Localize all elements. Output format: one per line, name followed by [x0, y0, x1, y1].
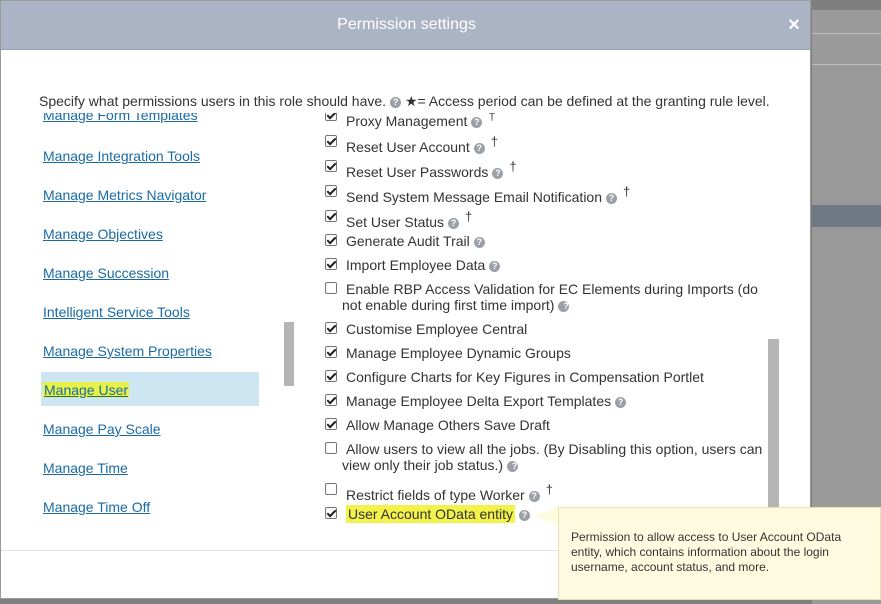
category-manage-user-label: Manage User — [43, 382, 130, 398]
permission-label: Set User Status — [346, 214, 445, 230]
background-divider — [812, 33, 881, 34]
permission-label: Generate Audit Trail — [346, 233, 470, 249]
tooltip-text: Permission to allow access to User Accou… — [571, 530, 842, 574]
permission-label: User Account OData entity — [346, 505, 515, 523]
permission-label: Send System Message Email Notification — [346, 189, 602, 205]
help-icon[interactable]: ? — [507, 461, 519, 472]
category-manage-time[interactable]: Manage Time — [43, 460, 128, 476]
dagger-icon: † — [488, 113, 496, 123]
permission-checkbox[interactable] — [325, 185, 337, 197]
category-manage-succession[interactable]: Manage Succession — [43, 265, 169, 281]
dialog-title: Permission settings — [337, 16, 476, 33]
permission-label: Manage Employee Dynamic Groups — [346, 345, 571, 361]
permission-label: Proxy Management — [346, 113, 468, 129]
permission-label: Import Employee Data — [346, 257, 486, 273]
category-manage-metrics-navigator[interactable]: Manage Metrics Navigator — [43, 187, 206, 203]
permission-checkbox[interactable] — [325, 210, 337, 222]
category-intelligent-service-tools[interactable]: Intelligent Service Tools — [43, 304, 190, 320]
permission-checkbox[interactable] — [325, 442, 337, 454]
category-manage-integration-tools[interactable]: Manage Integration Tools — [43, 148, 200, 164]
help-icon[interactable]: ? — [558, 301, 570, 312]
permission-checkbox[interactable] — [325, 394, 337, 406]
permission-tooltip: Permission to allow access to User Accou… — [558, 507, 881, 600]
category-manage-objectives[interactable]: Manage Objectives — [43, 226, 163, 242]
permission-label: Allow users to view all the jobs. (By Di… — [342, 441, 763, 473]
category-manage-user[interactable]: Manage User — [43, 382, 130, 398]
permission-checkbox[interactable] — [325, 135, 337, 147]
help-icon[interactable]: ? — [606, 193, 617, 204]
permission-checkbox[interactable] — [325, 483, 337, 495]
permission-checkbox[interactable] — [325, 234, 337, 246]
tooltip-arrow — [534, 507, 558, 525]
dialog-titlebar: Permission settings × — [1, 1, 810, 50]
permission-label: Customise Employee Central — [346, 321, 528, 337]
background-band — [812, 205, 881, 227]
help-icon[interactable]: ? — [518, 510, 530, 521]
help-icon[interactable]: ? — [528, 491, 540, 502]
dagger-icon: † — [623, 184, 631, 199]
dagger-icon: † — [545, 482, 553, 497]
permission-label: Reset User Passwords — [346, 164, 489, 180]
close-icon[interactable]: × — [783, 14, 805, 36]
category-manage-system-properties[interactable]: Manage System Properties — [43, 343, 212, 359]
permission-checkbox[interactable] — [325, 113, 337, 121]
intro-sentence: Specify what permissions users in this r… — [39, 93, 387, 109]
category-list-scrollbar[interactable] — [284, 322, 294, 386]
permission-checkbox[interactable] — [325, 507, 337, 519]
dagger-icon: † — [490, 134, 498, 149]
category-manage-time-off[interactable]: Manage Time Off — [43, 499, 150, 515]
help-icon[interactable]: ? — [473, 237, 485, 248]
permission-label: Reset User Account — [346, 139, 470, 155]
permission-checkbox[interactable] — [325, 346, 337, 358]
permission-label: Enable RBP Access Validation for EC Elem… — [342, 281, 758, 313]
permission-checkbox[interactable] — [325, 160, 337, 172]
help-icon[interactable]: ? — [489, 261, 501, 272]
help-icon[interactable]: ? — [448, 218, 460, 229]
permission-checkbox[interactable] — [325, 322, 337, 334]
permission-label: Allow Manage Others Save Draft — [346, 417, 550, 433]
help-icon[interactable]: ? — [473, 143, 485, 154]
category-manage-pay-scale[interactable]: Manage Pay Scale — [43, 421, 161, 437]
dagger-icon: † — [509, 159, 517, 174]
dagger-icon: † — [465, 209, 473, 224]
star-legend: ★= Access period can be defined at the g… — [404, 93, 770, 109]
permission-list-scrollbar[interactable] — [768, 339, 779, 509]
permission-checkbox[interactable] — [325, 282, 337, 294]
permission-label: Configure Charts for Key Figures in Comp… — [346, 369, 704, 385]
permission-checkbox[interactable] — [325, 370, 337, 382]
help-icon[interactable]: ? — [492, 168, 504, 179]
permission-list: Proxy Management? † Reset User Account? † … — [319, 113, 769, 533]
intro-text: Specify what permissions users in this r… — [39, 93, 770, 110]
permission-checkbox[interactable] — [325, 258, 337, 270]
permission-checkbox[interactable] — [325, 418, 337, 430]
permission-category-list: Manage Form Templates Manage Integration… — [39, 113, 261, 533]
help-icon[interactable]: ? — [471, 117, 483, 128]
background-divider — [812, 64, 881, 65]
help-icon[interactable]: ? — [615, 397, 627, 408]
category-manage-form-templates[interactable]: Manage Form Templates — [43, 113, 198, 123]
permission-label: Restrict fields of type Worker — [346, 487, 525, 503]
permission-label: Manage Employee Delta Export Templates — [346, 393, 612, 409]
help-icon[interactable]: ? — [390, 97, 402, 108]
